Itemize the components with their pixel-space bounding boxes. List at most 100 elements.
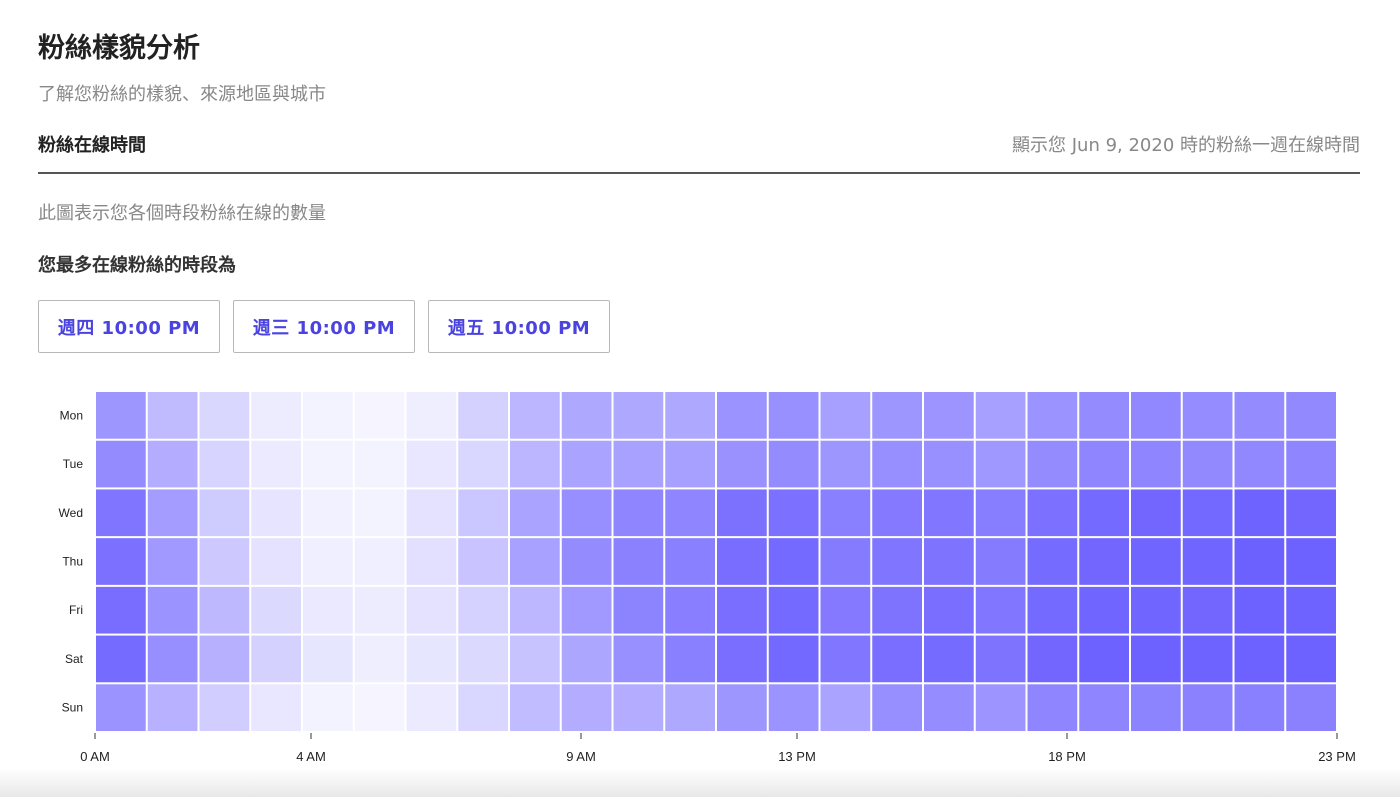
heatmap-cell: [561, 392, 612, 439]
heatmap-cell: [251, 489, 301, 537]
heatmap-cell: [1234, 586, 1285, 634]
heatmap-cell: [924, 684, 974, 731]
heatmap-cell: [251, 635, 301, 683]
heatmap-cell: [717, 440, 767, 488]
heatmap-cell: [251, 392, 301, 439]
heatmap-cell: [872, 538, 922, 585]
heatmap-cell: [1079, 538, 1129, 585]
heatmap-cell: [1182, 538, 1233, 585]
heatmap-cell: [1286, 538, 1336, 585]
heatmap-cell: [199, 392, 250, 439]
heatmap-cell: [147, 440, 198, 488]
heatmap-cell: [1079, 635, 1129, 683]
heatmap-cell: [458, 635, 508, 683]
heatmap-cell: [1079, 440, 1129, 488]
heatmap-cell: [1182, 586, 1233, 634]
heatmap-cell: [251, 586, 301, 634]
heatmap-cell: [303, 392, 353, 439]
y-tick-label: Wed: [59, 506, 83, 520]
heatmap-cell: [561, 684, 612, 731]
heatmap-cell: [510, 392, 560, 439]
heatmap-cell: [406, 635, 457, 683]
heatmap-cell: [820, 538, 871, 585]
heatmap-cell: [1286, 392, 1336, 439]
heatmap-cell: [199, 440, 250, 488]
heatmap-cell: [1182, 392, 1233, 439]
heatmap-cell: [147, 586, 198, 634]
heatmap-cell: [1234, 684, 1285, 731]
x-tick-label: 13 PM: [778, 749, 816, 764]
heatmap-cell: [1182, 684, 1233, 731]
heatmap-cell: [717, 392, 767, 439]
heatmap-cell: [768, 489, 819, 537]
heatmap-cell: [1182, 489, 1233, 537]
heatmap-cell: [1079, 586, 1129, 634]
heatmap-cell: [975, 392, 1026, 439]
heatmap-cell: [1079, 392, 1129, 439]
heatmap-cell: [820, 635, 871, 683]
heatmap-cell: [561, 538, 612, 585]
heatmap-cell: [303, 538, 353, 585]
heatmap-cell: [820, 684, 871, 731]
heatmap-cell: [406, 489, 457, 537]
heatmap-cell: [665, 538, 715, 585]
heatmap-cell: [1234, 392, 1285, 439]
heatmap-cell: [1286, 440, 1336, 488]
heatmap-cell: [975, 586, 1026, 634]
heatmap-cell: [665, 684, 715, 731]
heatmap-cell: [717, 684, 767, 731]
heatmap-cell: [820, 586, 871, 634]
heatmap-cell: [1234, 440, 1285, 488]
heatmap-cell: [96, 538, 146, 585]
heatmap-cell: [147, 684, 198, 731]
heatmap-cell: [96, 392, 146, 439]
y-tick-label: Mon: [60, 408, 83, 422]
heatmap-cell: [613, 538, 664, 585]
heatmap-cell: [613, 489, 664, 537]
heatmap-cell: [665, 489, 715, 537]
x-tick-label: 18 PM: [1048, 749, 1086, 764]
heatmap-cell: [1131, 635, 1181, 683]
heatmap-cell: [406, 684, 457, 731]
heatmap-cell: [1286, 684, 1336, 731]
heatmap-cell: [303, 440, 353, 488]
heatmap-cell: [924, 635, 974, 683]
heatmap-cell: [199, 635, 250, 683]
heatmap-cell: [665, 635, 715, 683]
heatmap-cell: [1131, 538, 1181, 585]
heatmap-cell: [768, 635, 819, 683]
heatmap-cell: [924, 440, 974, 488]
heatmap-cell: [1131, 684, 1181, 731]
heatmap-cell: [510, 635, 560, 683]
heatmap-cell: [147, 538, 198, 585]
heatmap-cell: [924, 489, 974, 537]
heatmap-cell: [96, 440, 146, 488]
heatmap-cell: [768, 440, 819, 488]
heatmap-cell: [199, 684, 250, 731]
heatmap-cell: [717, 489, 767, 537]
heatmap-cell: [717, 538, 767, 585]
heatmap-cell: [96, 489, 146, 537]
x-tick-label: 9 AM: [566, 749, 596, 764]
heatmap-cell: [1234, 635, 1285, 683]
heatmap-cell: [1286, 635, 1336, 683]
heatmap-cell: [510, 489, 560, 537]
heatmap-cell: [147, 392, 198, 439]
heatmap-cell: [924, 538, 974, 585]
heatmap-cell: [975, 489, 1026, 537]
heatmap-cell: [820, 489, 871, 537]
heatmap-cell: [458, 440, 508, 488]
heatmap-cell: [768, 538, 819, 585]
heatmap-cell: [510, 684, 560, 731]
x-tick-label: 23 PM: [1318, 749, 1356, 764]
heatmap-cell: [872, 440, 922, 488]
heatmap-cell: [1131, 392, 1181, 439]
heatmap-cell: [872, 392, 922, 439]
heatmap-cell: [1079, 489, 1129, 537]
fan-online-heatmap: Mon Tue Wed Thu Fri Sat Sun 0 AM 4 AM 9 AM 13 PM 18…: [59, 392, 1356, 764]
heatmap-cell: [354, 635, 405, 683]
heatmap-cell: [354, 538, 405, 585]
heatmap-cell: [251, 684, 301, 731]
heatmap-cell: [768, 392, 819, 439]
heatmap-cell: [199, 538, 250, 585]
